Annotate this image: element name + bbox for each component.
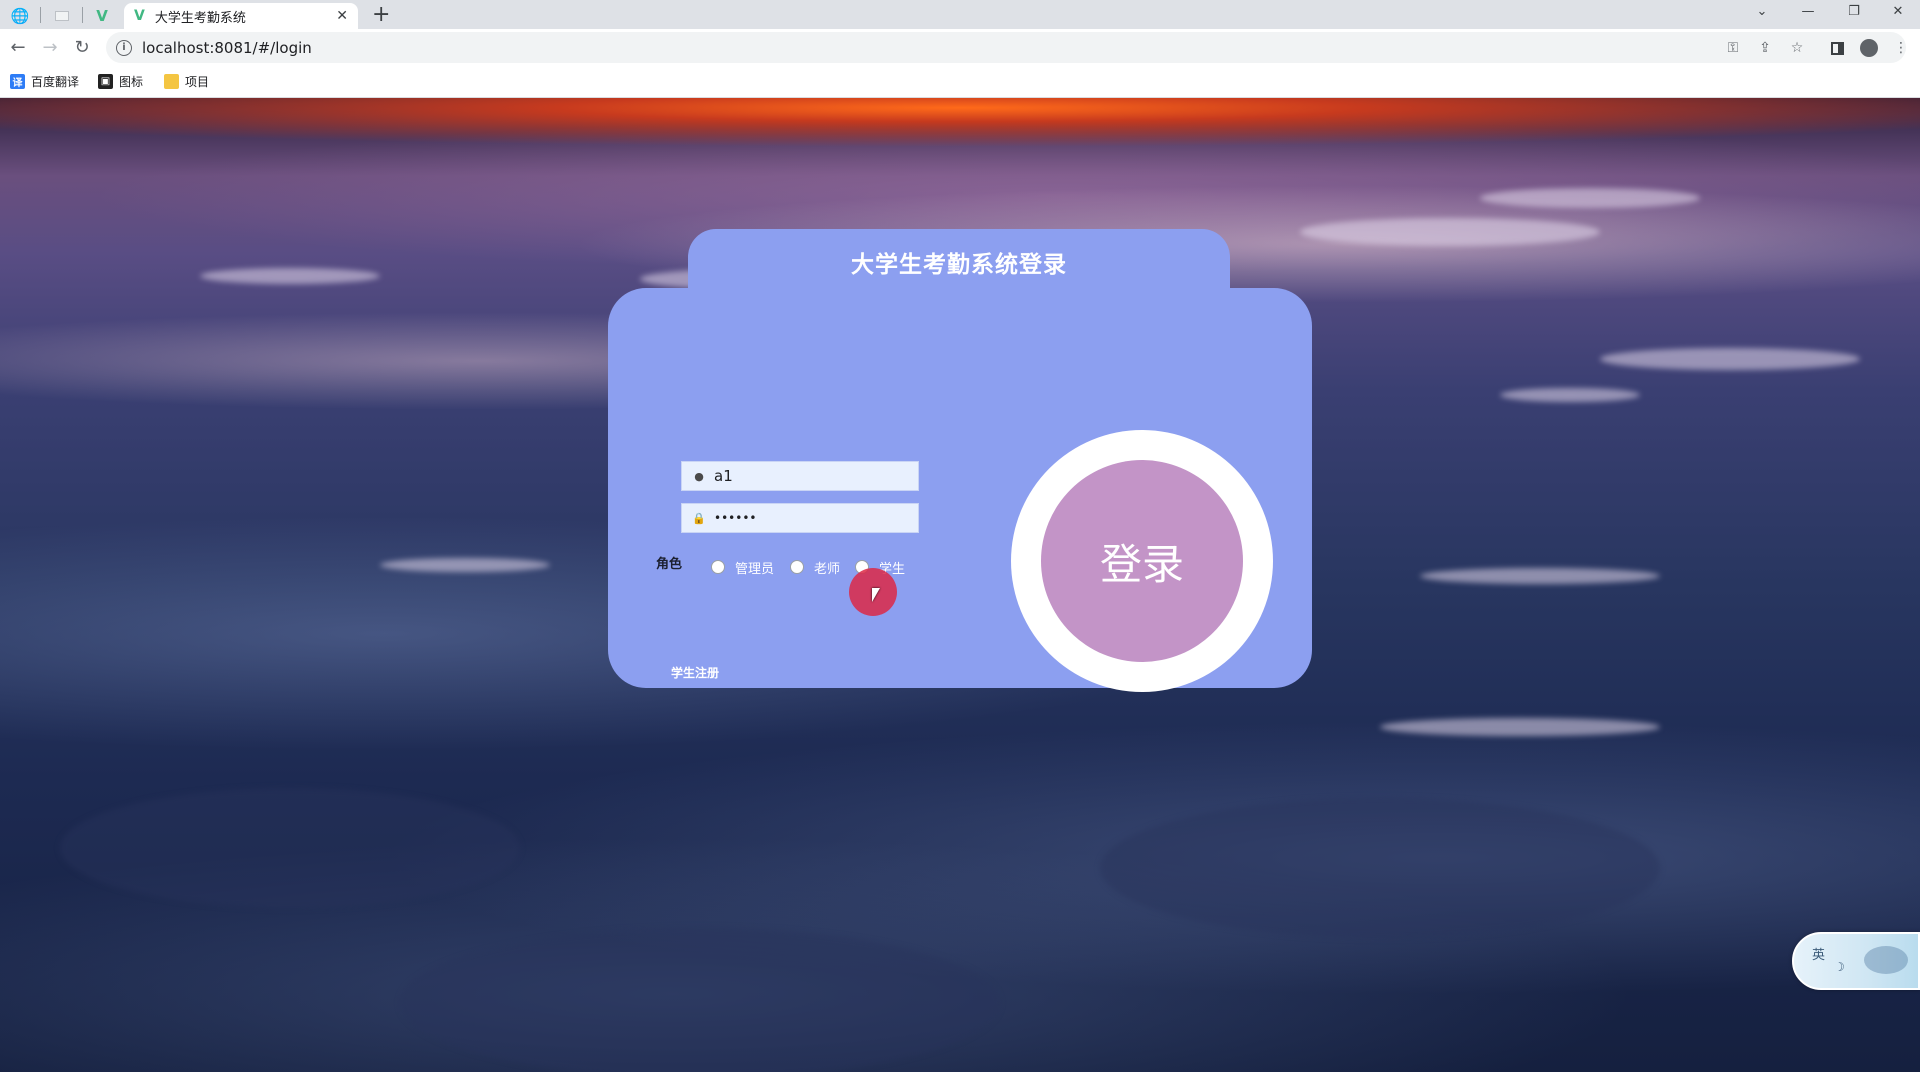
cloud-shadow [400,928,1000,1072]
close-tab-icon[interactable]: ✕ [336,8,348,24]
username-field[interactable]: ● a1 [681,461,919,491]
key-icon: ⚿ [1727,40,1739,56]
forward-button[interactable]: → [38,35,62,59]
minimize-button[interactable]: — [1786,0,1830,22]
role-label-teacher: 老师 [814,562,841,577]
cloud-highlight [380,558,550,572]
ime-decoration-icon [1864,946,1908,974]
moon-icon: ☽ [1834,960,1845,974]
blank-tab[interactable] [44,3,80,29]
bookmarks-bar: 译 百度翻译 ▣ 图标 项目 [0,66,1920,98]
login-button[interactable]: 登录 [1041,460,1243,662]
vue-tab[interactable]: V [84,3,120,29]
tab-divider [40,7,41,23]
cloud-shadow [1100,798,1660,938]
role-radio-teacher[interactable] [790,560,804,574]
cloud-highlight [1380,718,1660,736]
url-text: localhost:8081/#/login [142,38,312,57]
close-window-button[interactable]: ✕ [1876,0,1920,22]
page-icon [55,11,69,21]
role-radio-admin[interactable] [711,560,725,574]
bookmark-item-projects[interactable]: 项目 [164,73,209,90]
mouse-cursor-icon [872,588,880,602]
menu-button[interactable]: ⋮ [1890,37,1912,59]
password-key-button[interactable]: ⚿ [1722,37,1744,59]
side-panel-icon [1830,41,1844,55]
tab-search-button[interactable]: ⌄ [1740,0,1784,22]
side-panel-button[interactable] [1826,37,1848,59]
bookmark-star-button[interactable]: ☆ [1786,37,1808,59]
lock-icon: 🔒 [692,511,706,525]
reload-button[interactable]: ↻ [70,35,94,59]
cloud-shadow [60,788,520,908]
vue-logo-icon: V [96,7,108,25]
browser-tabstrip: 🌐 V V 大学生考勤系统 ✕ + ⌄ — ❐ ✕ [0,0,1920,29]
cloud-highlight [1420,568,1660,584]
restore-icon: ❐ [1848,3,1860,19]
username-value: a1 [714,467,733,485]
role-label: 角色 [656,557,683,572]
ime-indicator[interactable]: 英 ☽ [1792,932,1920,990]
active-tab[interactable]: V 大学生考勤系统 ✕ [124,3,358,29]
password-field[interactable]: 🔒 •••••• [681,503,919,533]
user-icon: ● [694,469,704,483]
chevron-down-icon: ⌄ [1756,3,1768,19]
bookmark-label: 项目 [185,75,210,89]
back-arrow-icon: ← [10,36,26,58]
tab-title: 大学生考勤系统 [154,10,246,26]
kebab-menu-icon: ⋮ [1894,40,1908,56]
image-icon: ▣ [98,74,113,89]
close-icon: ✕ [1892,3,1904,19]
avatar-icon [1860,39,1878,57]
password-value: •••••• [714,511,757,525]
role-label-admin: 管理员 [735,562,775,577]
forward-arrow-icon: → [42,36,58,58]
folder-icon [164,74,179,89]
bookmark-item-icons[interactable]: ▣ 图标 [98,73,143,90]
translate-icon: 译 [10,74,25,89]
globe-tab[interactable]: 🌐 [2,3,38,29]
address-bar[interactable]: i localhost:8081/#/login [106,32,1906,63]
restore-button[interactable]: ❐ [1832,0,1876,22]
cloud-highlight [1300,218,1600,246]
student-register-link[interactable]: 学生注册 [671,664,719,681]
new-tab-button[interactable]: + [372,2,390,27]
share-icon: ⇪ [1759,40,1771,56]
site-info-icon[interactable]: i [116,39,132,56]
vue-logo-icon: V [134,8,145,24]
ime-mode-label: 英 [1812,948,1826,963]
profile-button[interactable] [1858,37,1880,59]
login-title: 大学生考勤系统登录 [851,252,1067,278]
bookmark-label: 图标 [119,75,144,89]
globe-icon: 🌐 [10,7,30,25]
cloud-highlight [200,268,380,284]
cloud-highlight [1500,388,1640,402]
back-button[interactable]: ← [6,35,30,59]
browser-toolbar: ← → ↻ i localhost:8081/#/login ⚿ ⇪ ☆ ⋮ [0,29,1920,66]
tab-divider [82,7,83,23]
minimize-icon: — [1801,3,1815,19]
bookmark-item-translate[interactable]: 译 百度翻译 [10,73,79,90]
share-button[interactable]: ⇪ [1754,37,1776,59]
bookmark-label: 百度翻译 [31,75,80,89]
cloud-highlight [1480,188,1700,208]
reload-icon: ↻ [74,36,90,58]
star-icon: ☆ [1790,40,1804,56]
cloud-highlight [1600,348,1860,370]
